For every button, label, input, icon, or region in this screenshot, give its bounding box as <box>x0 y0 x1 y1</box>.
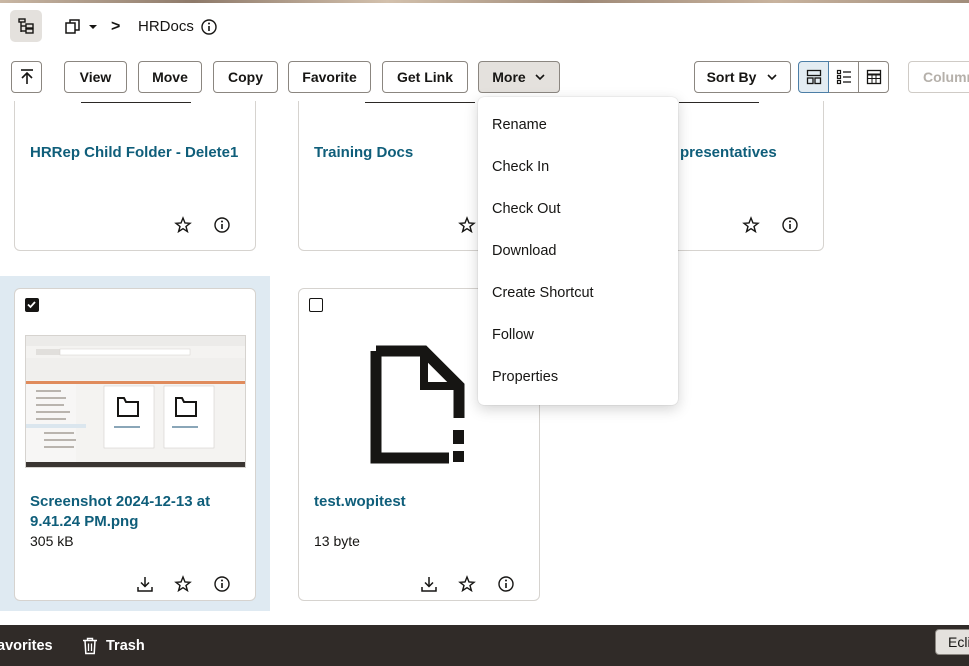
folder-tree-toggle-button[interactable] <box>10 10 42 42</box>
card-title-link[interactable]: Training Docs <box>314 143 413 163</box>
folder-card[interactable]: HRRep Child Folder - Delete1 <box>14 101 256 251</box>
breadcrumb-separator: > <box>111 18 121 35</box>
chevron-down-icon <box>535 74 545 81</box>
unknown-file-icon <box>370 345 465 464</box>
documents-page: > HRDocs View Move Copy Favorite Get Lin… <box>0 0 969 666</box>
checkmark-icon <box>27 301 36 309</box>
card-title-link[interactable]: HRRep Child Folder - Delete1 <box>30 143 238 163</box>
file-size: 305 kB <box>30 533 74 549</box>
menu-item-rename[interactable]: Rename <box>478 104 678 146</box>
star-icon[interactable] <box>742 216 760 234</box>
menu-item-download[interactable]: Download <box>478 230 678 272</box>
info-icon[interactable] <box>497 575 515 593</box>
view-mode-group <box>798 61 889 93</box>
select-checkbox[interactable] <box>25 298 39 312</box>
info-icon[interactable] <box>200 18 218 36</box>
thumbnail-edge <box>365 102 475 103</box>
card-view-button[interactable] <box>798 61 829 93</box>
table-view-button[interactable] <box>858 61 889 93</box>
sort-by-button[interactable]: Sort By <box>694 61 791 93</box>
folder-tree-icon <box>18 18 34 34</box>
go-up-button[interactable] <box>11 61 42 93</box>
chevron-down-icon <box>767 74 777 81</box>
caret-down-icon <box>89 25 97 29</box>
folders-icon <box>65 19 80 34</box>
trash-nav-link[interactable]: Trash <box>82 637 145 655</box>
info-icon[interactable] <box>213 216 231 234</box>
menu-item-check-out[interactable]: Check Out <box>478 188 678 230</box>
sort-by-label: Sort By <box>706 69 757 85</box>
breadcrumb-menu-button[interactable] <box>64 16 98 38</box>
menu-item-follow[interactable]: Follow <box>478 314 678 356</box>
menu-item-create-shortcut[interactable]: Create Shortcut <box>478 272 678 314</box>
favorites-nav-link[interactable]: avorites <box>0 638 53 654</box>
menu-item-check-in[interactable]: Check In <box>478 146 678 188</box>
trash-label: Trash <box>106 638 145 654</box>
file-card-selected[interactable]: Screenshot 2024-12-13 at 9.41.24 PM.png … <box>14 288 256 601</box>
list-view-button[interactable] <box>828 61 859 93</box>
star-icon[interactable] <box>174 575 192 593</box>
get-link-button[interactable]: Get Link <box>382 61 468 93</box>
thumbnail-edge <box>679 102 759 103</box>
more-button-label: More <box>492 69 526 85</box>
table-view-icon <box>866 69 881 85</box>
card-view-icon <box>806 69 821 85</box>
download-icon[interactable] <box>420 575 438 593</box>
columns-button[interactable]: Columns <box>908 61 969 93</box>
favorite-button[interactable]: Favorite <box>288 61 371 93</box>
card-title-link[interactable]: test.wopitest <box>314 492 406 512</box>
card-title-link[interactable]: presentatives <box>680 143 777 163</box>
card-title-link-line2[interactable]: 9.41.24 PM.png <box>30 512 138 532</box>
more-button[interactable]: More <box>478 61 560 93</box>
top-banner-strip <box>0 0 969 3</box>
corner-pill-button[interactable]: Eclipse <box>935 629 969 655</box>
move-button[interactable]: Move <box>138 61 202 93</box>
view-button[interactable]: View <box>64 61 127 93</box>
more-dropdown-menu: Rename Check In Check Out Download Creat… <box>478 97 678 405</box>
star-icon[interactable] <box>174 216 192 234</box>
copy-button[interactable]: Copy <box>213 61 278 93</box>
card-title-link-line1[interactable]: Screenshot 2024-12-13 at <box>30 492 210 512</box>
screenshot-thumbnail[interactable] <box>25 335 246 468</box>
star-icon[interactable] <box>458 575 476 593</box>
info-icon[interactable] <box>213 575 231 593</box>
bottom-navigation-bar: avorites Trash Eclipse <box>0 625 969 666</box>
list-view-icon <box>836 69 851 85</box>
file-size: 13 byte <box>314 533 360 549</box>
menu-item-properties[interactable]: Properties <box>478 356 678 398</box>
select-checkbox[interactable] <box>309 298 323 312</box>
thumbnail-edge <box>81 102 191 103</box>
screenshot-preview-image <box>26 336 245 467</box>
download-icon[interactable] <box>136 575 154 593</box>
trash-icon <box>83 637 97 655</box>
breadcrumb-current-folder: HRDocs <box>138 18 194 35</box>
star-icon[interactable] <box>458 216 476 234</box>
arrow-up-icon <box>20 69 33 84</box>
info-icon[interactable] <box>781 216 799 234</box>
